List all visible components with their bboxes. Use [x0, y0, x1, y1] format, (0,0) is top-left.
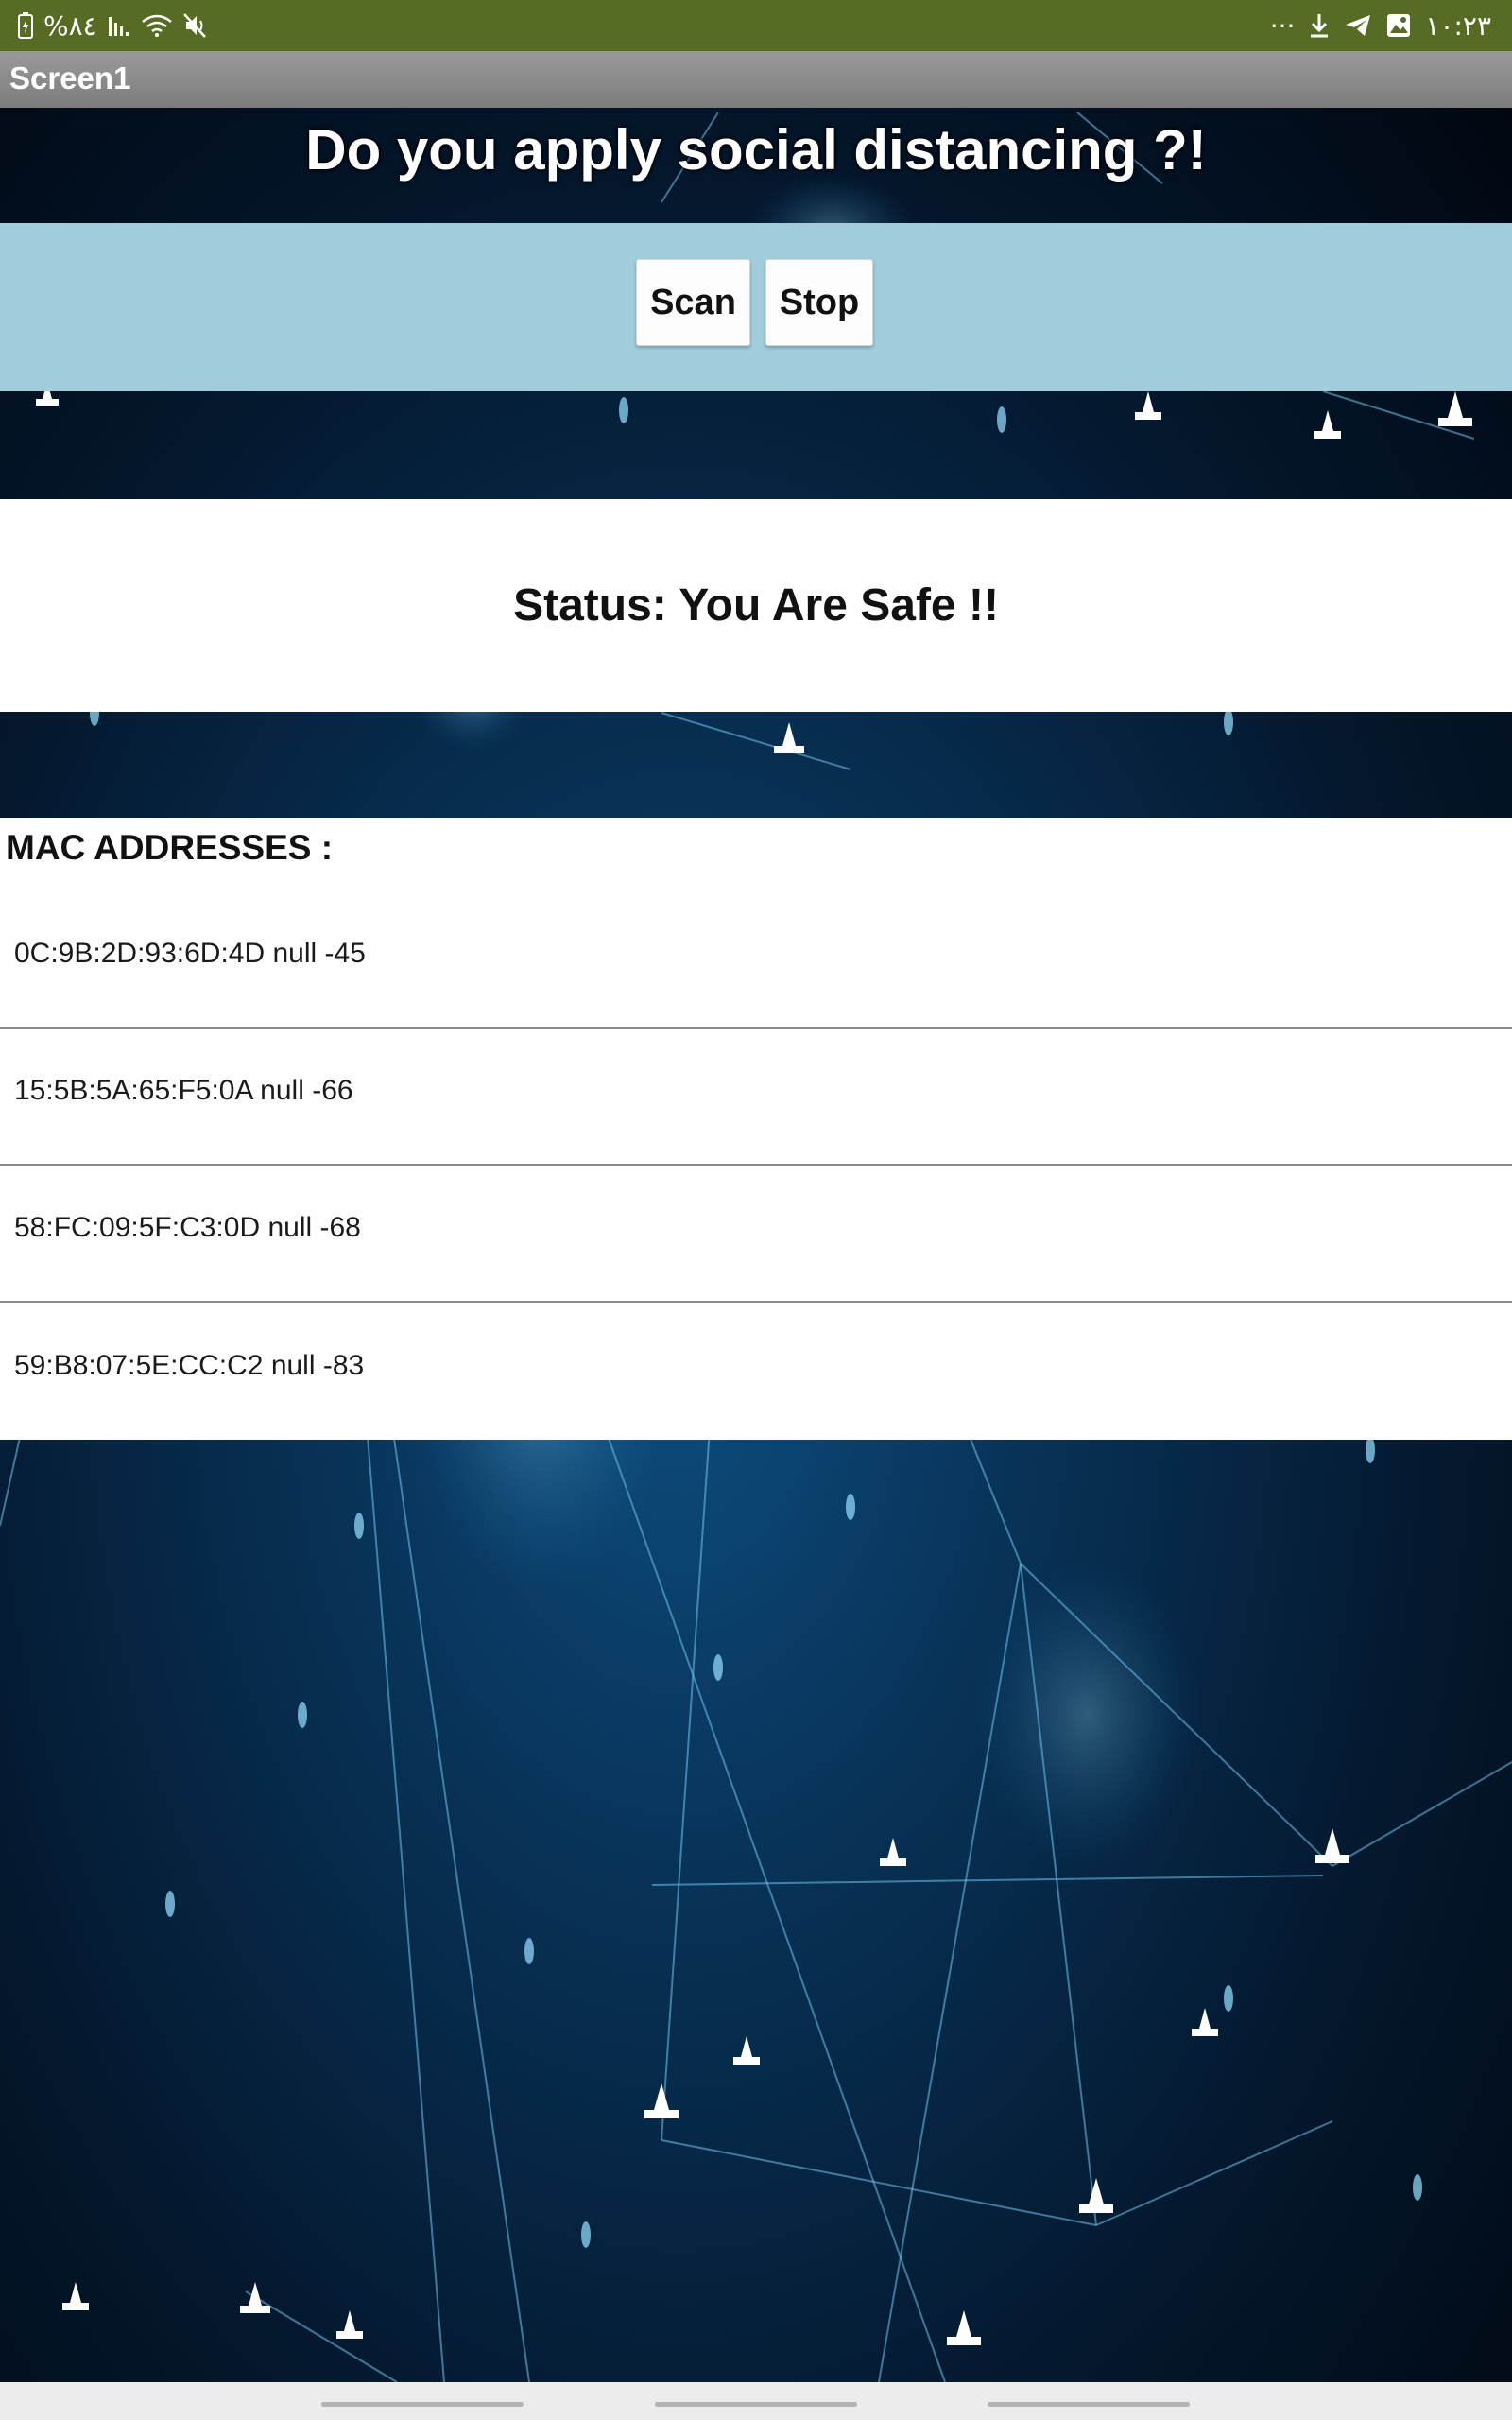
list-item[interactable]: 15:5B:5A:65:F5:0A null -66: [0, 1028, 1512, 1166]
status-label: Status: You Are Safe !!: [513, 580, 999, 631]
status-panel: Status: You Are Safe !!: [0, 499, 1512, 712]
telegram-icon: [1344, 9, 1372, 42]
home-button[interactable]: [655, 2402, 857, 2407]
app-title-bar: Screen1: [0, 51, 1512, 108]
download-icon: [1308, 9, 1331, 42]
scan-button[interactable]: Scan: [636, 259, 750, 346]
stop-button[interactable]: Stop: [765, 259, 873, 346]
battery-percent: %٨٤: [43, 9, 97, 42]
mac-address-list[interactable]: 0C:9B:2D:93:6D:4D null -45 15:5B:5A:65:F…: [0, 891, 1512, 1440]
list-item[interactable]: 58:FC:09:5F:C3:0D null -68: [0, 1166, 1512, 1303]
signal-bars-icon: [107, 9, 131, 42]
list-item[interactable]: 59:B8:07:5E:CC:C2 null -83: [0, 1303, 1512, 1440]
mac-list-header: MAC ADDRESSES :: [0, 818, 1512, 891]
gallery-icon: [1385, 9, 1412, 42]
app-title: Screen1: [9, 60, 131, 95]
status-bar: %٨٤ ··· ١٠:٢٣: [0, 0, 1512, 51]
back-button[interactable]: [988, 2402, 1190, 2407]
battery-icon: [17, 9, 34, 42]
page-headline: Do you apply social distancing ?!: [305, 118, 1207, 182]
navigation-bar: [0, 2382, 1512, 2420]
clock: ١٠:٢٣: [1425, 9, 1491, 42]
recent-apps-button[interactable]: [321, 2402, 524, 2407]
mute-icon: [182, 9, 207, 42]
more-indicator: ···: [1269, 9, 1296, 42]
wifi-icon: [141, 9, 173, 42]
list-item[interactable]: 0C:9B:2D:93:6D:4D null -45: [0, 891, 1512, 1028]
scan-controls-panel: Scan Stop: [0, 223, 1512, 391]
